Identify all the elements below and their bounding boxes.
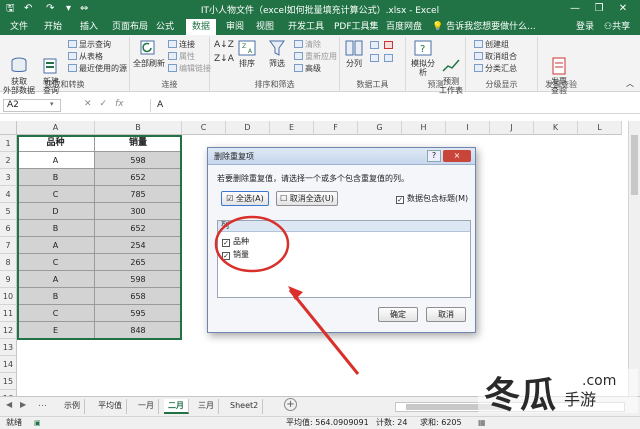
sheet-tab-示例[interactable]: 示例 xyxy=(60,399,85,414)
scroll-tabs-right-icon[interactable]: ▶ xyxy=(20,400,26,409)
status-count: 计数: 24 xyxy=(376,418,408,427)
sheet-tab-bar: ◀ ▶ … 示例 平均值 一月 二月 三月 Sheet2 + xyxy=(0,396,640,416)
sheet-tab-二月[interactable]: 二月 xyxy=(164,399,189,414)
status-average: 平均值: 564.0909091 xyxy=(286,418,369,427)
more-tabs-icon[interactable]: … xyxy=(38,399,47,409)
scroll-tabs-left-icon[interactable]: ◀ xyxy=(6,400,12,409)
sheet-tab-sheet2[interactable]: Sheet2 xyxy=(226,399,264,414)
status-bar: 就绪 ▣ 平均值: 564.0909091 计数: 24 求和: 6205 ▦ xyxy=(0,416,640,429)
sheet-tab-三月[interactable]: 三月 xyxy=(194,399,219,414)
annotation-arrowhead xyxy=(288,286,303,300)
annotation-arrow xyxy=(288,289,360,375)
normal-view-icon[interactable]: ▦ xyxy=(478,417,486,429)
status-sum: 求和: 6205 xyxy=(420,418,462,427)
add-sheet-icon[interactable]: + xyxy=(284,398,297,411)
horizontal-scroll-thumb[interactable] xyxy=(406,404,506,410)
annotation-circle xyxy=(214,215,290,273)
status-ready: 就绪 xyxy=(6,418,22,427)
sheet-tab-平均值[interactable]: 平均值 xyxy=(94,399,127,414)
annotation-overlay xyxy=(214,215,360,375)
sheet-tab-一月[interactable]: 一月 xyxy=(134,399,159,414)
macro-record-icon[interactable]: ▣ xyxy=(34,417,41,429)
horizontal-scrollbar[interactable] xyxy=(395,402,625,412)
